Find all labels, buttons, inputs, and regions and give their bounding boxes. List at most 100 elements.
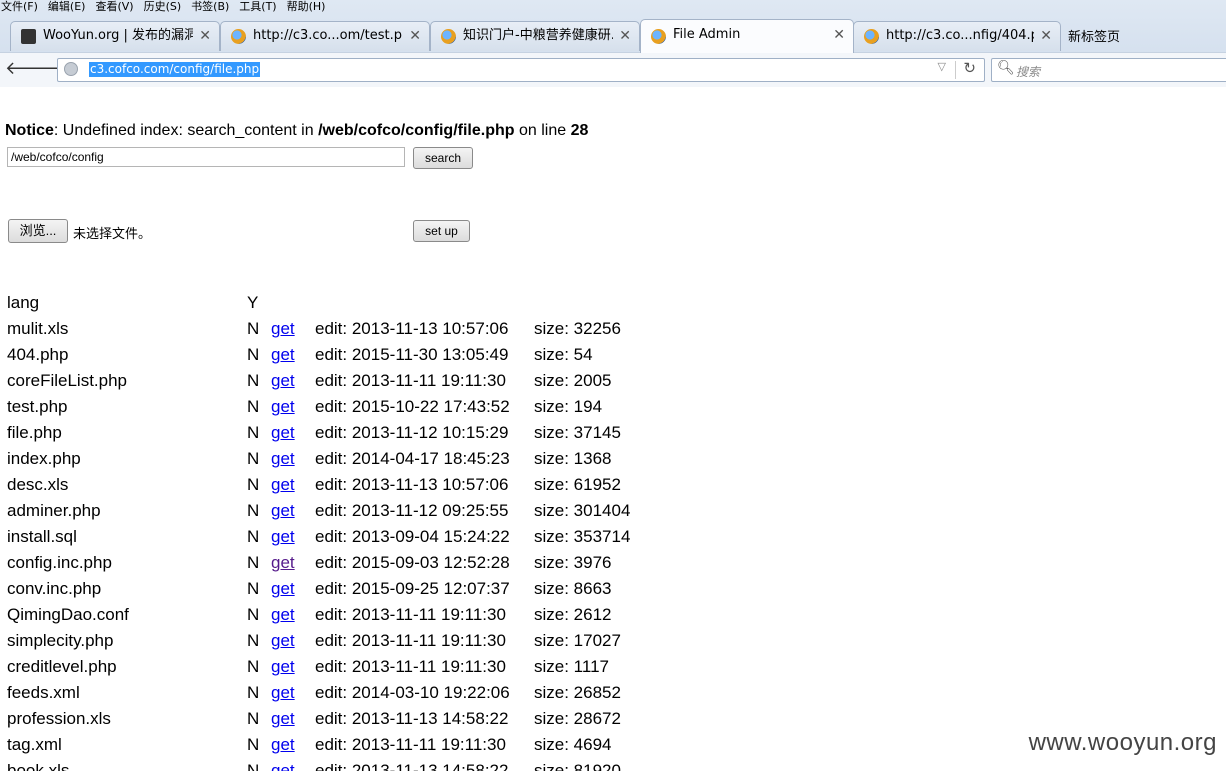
menu-history[interactable]: 历史(S) xyxy=(144,0,182,13)
get-link[interactable]: get xyxy=(271,344,295,366)
new-tab-button[interactable]: 新标签页 xyxy=(1068,26,1120,45)
file-size: size: 1117 xyxy=(534,657,609,676)
tab-404-php[interactable]: http://c3.co...nfig/404.php ✕ xyxy=(853,21,1061,51)
address-bar[interactable]: c3.cofco.com/config/file.php ▽ ↻ xyxy=(57,58,985,82)
menu-tools[interactable]: 工具(T) xyxy=(239,0,276,13)
menu-edit[interactable]: 编辑(E) xyxy=(48,0,86,13)
file-name: creditlevel.php xyxy=(7,657,117,676)
search-placeholder: 搜索 xyxy=(1016,65,1041,79)
file-name: QimingDao.conf xyxy=(7,605,129,624)
reload-icon[interactable]: ↻ xyxy=(963,59,976,77)
tab-label: http://c3.co...nfig/404.php xyxy=(886,28,1034,43)
file-size: size: 353714 xyxy=(534,527,631,546)
file-name: adminer.php xyxy=(7,501,101,520)
file-name: profession.xls xyxy=(7,709,111,728)
search-icon: 🔍︎ xyxy=(997,60,1015,76)
file-edit-time: edit: 2013-11-11 19:11:30 xyxy=(315,371,506,390)
file-edit-time: edit: 2013-11-11 19:11:30 xyxy=(315,735,506,754)
address-text[interactable]: c3.cofco.com/config/file.php xyxy=(89,62,261,77)
file-flag: N xyxy=(247,605,260,624)
close-icon[interactable]: ✕ xyxy=(1040,22,1052,50)
close-icon[interactable]: ✕ xyxy=(199,22,211,50)
forward-arrow-icon[interactable]: 🡒 xyxy=(31,59,79,81)
tab-wooyun[interactable]: WooYun.org | 发布的漏洞 ✕ xyxy=(10,21,220,51)
path-search-input[interactable]: /web/cofco/config xyxy=(7,147,405,167)
file-edit-time: edit: 2015-09-25 12:07:37 xyxy=(315,579,510,598)
file-name: tag.xml xyxy=(7,735,62,754)
tab-file-admin[interactable]: File Admin ✕ xyxy=(640,19,854,53)
file-size: size: 2612 xyxy=(534,605,612,624)
file-flag: N xyxy=(247,735,260,754)
file-edit-time: edit: 2013-11-11 19:11:30 xyxy=(315,631,506,650)
get-link[interactable]: get xyxy=(271,526,295,548)
notice-message: : Undefined index: search_content in xyxy=(53,122,319,139)
get-link[interactable]: get xyxy=(271,396,295,418)
search-bar[interactable]: 🔍︎ 搜索 xyxy=(991,58,1226,82)
file-flag: N xyxy=(247,657,260,676)
close-icon[interactable]: ✕ xyxy=(409,22,421,50)
file-size: size: 194 xyxy=(534,397,603,416)
file-name: file.php xyxy=(7,423,62,442)
file-edit-time: edit: 2013-11-13 10:57:06 xyxy=(315,319,509,338)
file-edit-time: edit: 2015-09-03 12:52:28 xyxy=(315,553,510,572)
dropdown-arrow-icon[interactable]: ▽ xyxy=(938,60,946,73)
notice-on-line: on line xyxy=(514,122,571,139)
get-link[interactable]: get xyxy=(271,448,295,470)
file-flag: N xyxy=(247,319,260,338)
get-link[interactable]: get xyxy=(271,474,295,496)
menu-file[interactable]: 文件(F) xyxy=(1,0,38,13)
file-edit-time: edit: 2013-11-11 19:11:30 xyxy=(315,657,506,676)
file-flag: N xyxy=(247,449,260,468)
file-size: size: 32256 xyxy=(534,319,621,338)
file-edit-time: edit: 2013-11-11 19:11:30 xyxy=(315,605,506,624)
set-up-button[interactable]: set up xyxy=(413,220,470,242)
file-edit-time: edit: 2015-11-30 13:05:49 xyxy=(315,345,509,364)
file-edit-time: edit: 2014-03-10 19:22:06 xyxy=(315,683,510,702)
menu-bookmarks[interactable]: 书签(B) xyxy=(191,0,229,13)
file-name: mulit.xls xyxy=(7,319,69,338)
get-link[interactable]: get xyxy=(271,682,295,704)
file-size: size: 17027 xyxy=(534,631,621,650)
get-link[interactable]: get xyxy=(271,370,295,392)
menu-help[interactable]: 帮助(H) xyxy=(287,0,326,13)
file-size: size: 37145 xyxy=(534,423,621,442)
get-link[interactable]: get xyxy=(271,734,295,756)
get-link[interactable]: get xyxy=(271,578,295,600)
firefox-page-icon xyxy=(231,29,246,44)
file-name: config.inc.php xyxy=(7,553,112,572)
get-link[interactable]: get xyxy=(271,708,295,730)
browser-chrome: 文件(F) 编辑(E) 查看(V) 历史(S) 书签(B) 工具(T) 帮助(H) WooY… xyxy=(0,0,1226,87)
page-content: Notice: Undefined index: search_content … xyxy=(0,87,1226,771)
file-name: coreFileList.php xyxy=(7,371,128,390)
watermark: www.wooyun.org xyxy=(1028,729,1217,756)
search-button[interactable]: search xyxy=(413,147,473,169)
back-arrow-icon[interactable]: 🡐 xyxy=(5,59,53,81)
get-link[interactable]: get xyxy=(271,630,295,652)
close-icon[interactable]: ✕ xyxy=(619,22,631,50)
get-link[interactable]: get xyxy=(271,552,295,574)
browse-button[interactable]: 浏览... xyxy=(8,219,68,243)
close-icon[interactable]: ✕ xyxy=(833,20,845,50)
file-size: size: 3976 xyxy=(534,553,612,572)
get-link[interactable]: get xyxy=(271,318,295,340)
globe-icon xyxy=(64,62,78,76)
tab-test-php[interactable]: http://c3.co...om/test.php ✕ xyxy=(220,21,430,51)
file-size: size: 61952 xyxy=(534,475,621,494)
get-link[interactable]: get xyxy=(271,604,295,626)
tab-knowledge-portal[interactable]: 知识门户-中粮营养健康研... ✕ xyxy=(430,21,640,51)
file-flag: N xyxy=(247,579,260,598)
get-link[interactable]: get xyxy=(271,500,295,522)
firefox-page-icon xyxy=(651,29,666,44)
file-name: feeds.xml xyxy=(7,683,80,702)
file-name: lang xyxy=(7,293,40,312)
menu-view[interactable]: 查看(V) xyxy=(95,0,133,13)
get-link[interactable]: get xyxy=(271,422,295,444)
file-edit-time: edit: 2013-11-12 10:15:29 xyxy=(315,423,509,442)
file-size: size: 8663 xyxy=(534,579,612,598)
get-link[interactable]: get xyxy=(271,760,295,771)
get-link[interactable]: get xyxy=(271,656,295,678)
file-size: size: 28672 xyxy=(534,709,621,728)
file-flag: N xyxy=(247,553,260,572)
file-flag: N xyxy=(247,527,260,546)
file-flag: N xyxy=(247,371,260,390)
